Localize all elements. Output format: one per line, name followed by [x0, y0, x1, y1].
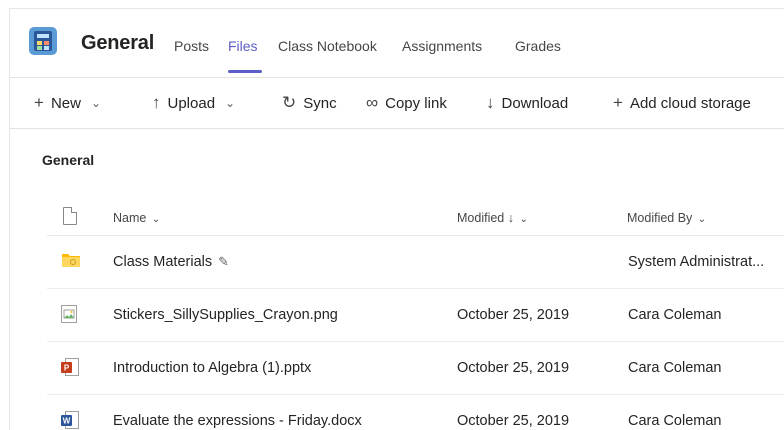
modified-date: October 25, 2019	[457, 413, 570, 429]
files-toolbar: + New ⌄ ↑ Upload ⌄ ↻ Sync ∞ Copy link ↓ …	[10, 79, 784, 129]
file-name[interactable]: Stickers_SillySupplies_Crayon.png	[113, 307, 338, 323]
download-button[interactable]: ↓ Download	[486, 93, 568, 113]
modified-by: System Administrat...	[628, 254, 765, 270]
tab-class-notebook[interactable]: Class Notebook	[278, 38, 377, 54]
powerpoint-file-icon: P	[61, 358, 79, 381]
download-icon: ↓	[486, 93, 495, 112]
column-header-name[interactable]: Name ⌄	[113, 211, 160, 225]
word-file-icon: W	[61, 411, 79, 430]
file-name[interactable]: Introduction to Algebra (1).pptx	[113, 360, 311, 376]
table-row[interactable]: Stickers_SillySupplies_Crayon.png Octobe…	[47, 289, 784, 342]
svg-text:P: P	[64, 364, 70, 373]
chevron-down-icon: ⌄	[151, 214, 161, 225]
sync-label: Sync	[303, 94, 337, 112]
tab-files[interactable]: Files	[228, 38, 258, 54]
upload-icon: ↑	[152, 93, 161, 112]
svg-text:W: W	[63, 417, 71, 426]
chevron-down-icon: ⌄	[225, 96, 236, 110]
link-icon: ∞	[366, 93, 379, 112]
channel-title: General	[81, 32, 155, 54]
add-cloud-storage-label: Add cloud storage	[629, 94, 751, 112]
modified-by: Cara Coleman	[628, 360, 722, 376]
file-name[interactable]: Class Materials ✎	[113, 254, 229, 270]
channel-header: General Posts Files Class Notebook Assig…	[10, 9, 784, 78]
chevron-down-icon: ⌄	[697, 214, 707, 225]
chevron-down-icon: ⌄	[519, 214, 528, 225]
copy-link-button[interactable]: ∞ Copy link	[366, 93, 447, 113]
table-row[interactable]: P Introduction to Algebra (1).pptx Octob…	[47, 342, 784, 395]
tab-grades[interactable]: Grades	[515, 38, 561, 54]
add-cloud-storage-button[interactable]: + Add cloud storage	[613, 93, 751, 113]
teams-files-window: General Posts Files Class Notebook Assig…	[9, 8, 784, 430]
upload-button[interactable]: ↑ Upload ⌄	[152, 93, 235, 113]
upload-label: Upload	[167, 94, 216, 112]
modified-date: October 25, 2019	[457, 360, 570, 376]
column-header-modified[interactable]: Modified ↓ ⌄	[457, 211, 528, 225]
new-label: New	[50, 94, 81, 112]
file-type-column-icon[interactable]	[63, 207, 77, 225]
active-tab-indicator	[228, 70, 262, 73]
column-header-name-label: Name	[113, 211, 147, 225]
calculator-app-icon	[29, 27, 57, 55]
folder-icon	[61, 252, 81, 273]
modified-by: Cara Coleman	[628, 413, 722, 429]
table-row[interactable]: W Evaluate the expressions - Friday.docx…	[47, 395, 784, 430]
sync-icon: ↻	[282, 93, 297, 112]
folder-breadcrumb: General	[42, 152, 95, 168]
file-name[interactable]: Evaluate the expressions - Friday.docx	[113, 413, 362, 429]
column-header-modified-by[interactable]: Modified By ⌄	[627, 211, 706, 225]
modified-date: October 25, 2019	[457, 307, 570, 323]
plus-icon: +	[613, 93, 623, 112]
plus-icon: +	[34, 93, 44, 112]
chevron-down-icon: ⌄	[90, 96, 102, 110]
column-header-modified-by-label: Modified By	[627, 211, 693, 225]
download-label: Download	[501, 94, 569, 112]
tab-posts[interactable]: Posts	[174, 38, 209, 54]
new-button[interactable]: + New ⌄	[34, 93, 101, 113]
modified-by: Cara Coleman	[628, 307, 722, 323]
edit-permission-icon: ✎	[218, 254, 230, 269]
copy-link-label: Copy link	[385, 94, 447, 112]
tab-assignments[interactable]: Assignments	[402, 38, 482, 54]
column-header-modified-label: Modified ↓	[457, 211, 514, 225]
image-file-icon	[61, 305, 77, 328]
file-name-text: Class Materials	[113, 254, 213, 270]
sync-button[interactable]: ↻ Sync	[282, 93, 337, 113]
table-row[interactable]: Class Materials ✎ System Administrat...	[47, 236, 784, 289]
